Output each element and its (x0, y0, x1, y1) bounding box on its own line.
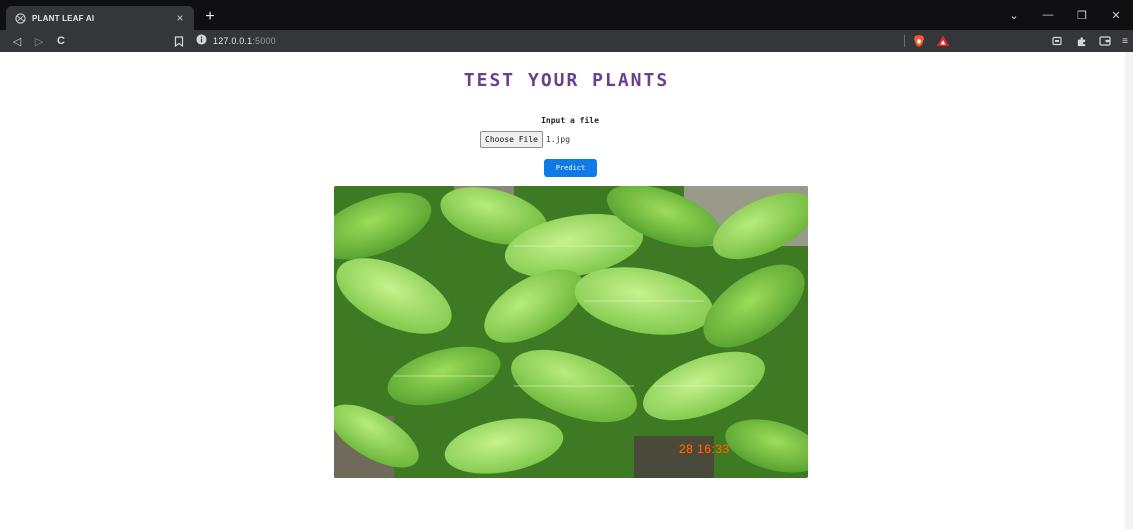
photo-timestamp: 28 16:33 (679, 442, 730, 456)
window-close-icon[interactable]: ✕ (1099, 0, 1133, 30)
wallet-icon[interactable] (1093, 30, 1117, 52)
new-tab-icon[interactable]: + (202, 6, 218, 30)
extensions-area: ≡ (1045, 30, 1133, 52)
url-port: :5000 (252, 36, 276, 46)
minimize-icon[interactable]: — (1031, 0, 1065, 30)
brave-lion-icon[interactable] (912, 34, 926, 53)
choose-file-button[interactable]: Choose File (480, 130, 543, 148)
restore-icon[interactable]: ❐ (1065, 0, 1099, 30)
address-bar[interactable]: 127.0.0.1:5000 (196, 32, 960, 50)
menu-icon[interactable]: ≡ (1117, 30, 1133, 52)
page-scrollbar[interactable] (1125, 52, 1133, 529)
window-controls: ⌄ — ❐ ✕ (997, 0, 1133, 30)
browser-window: PLANT LEAF AI × + ⌄ — ❐ ✕ ◁ ▷ C 127.0.0.… (0, 0, 1133, 529)
url-divider (904, 35, 905, 47)
url-text: 127.0.0.1:5000 (213, 36, 276, 46)
triangle-rewards-icon[interactable] (936, 34, 950, 53)
media-icon[interactable] (1045, 30, 1069, 52)
forward-icon[interactable]: ▷ (28, 30, 50, 52)
bookmark-icon[interactable] (168, 30, 190, 52)
file-input-label: Input a file (541, 116, 599, 125)
predict-button[interactable]: Predict (544, 159, 597, 177)
tab-title: PLANT LEAF AI (32, 13, 95, 23)
page-title: TEST YOUR PLANTS (463, 70, 670, 91)
page-content: TEST YOUR PLANTS Input a file Choose Fil… (0, 52, 1133, 529)
url-host: 127.0.0.1 (213, 36, 253, 46)
close-tab-icon[interactable]: × (174, 12, 186, 24)
tab-search-chevron-icon[interactable]: ⌄ (997, 0, 1031, 30)
back-icon[interactable]: ◁ (6, 30, 28, 52)
globe-icon (14, 12, 26, 24)
info-icon[interactable] (196, 32, 207, 50)
selected-file-name: 1.jpg (545, 134, 571, 144)
file-input[interactable]: Choose File 1.jpg (480, 130, 570, 148)
tab-plant-leaf-ai[interactable]: PLANT LEAF AI × (6, 6, 194, 30)
reload-icon[interactable]: C (50, 30, 72, 52)
plant-leaf-image: 28 16:33 (334, 186, 808, 478)
tab-strip: PLANT LEAF AI × + ⌄ — ❐ ✕ (0, 0, 1133, 30)
puzzle-icon[interactable] (1069, 30, 1093, 52)
browser-toolbar: ◁ ▷ C 127.0.0.1:5000 ≡ (0, 30, 1133, 52)
